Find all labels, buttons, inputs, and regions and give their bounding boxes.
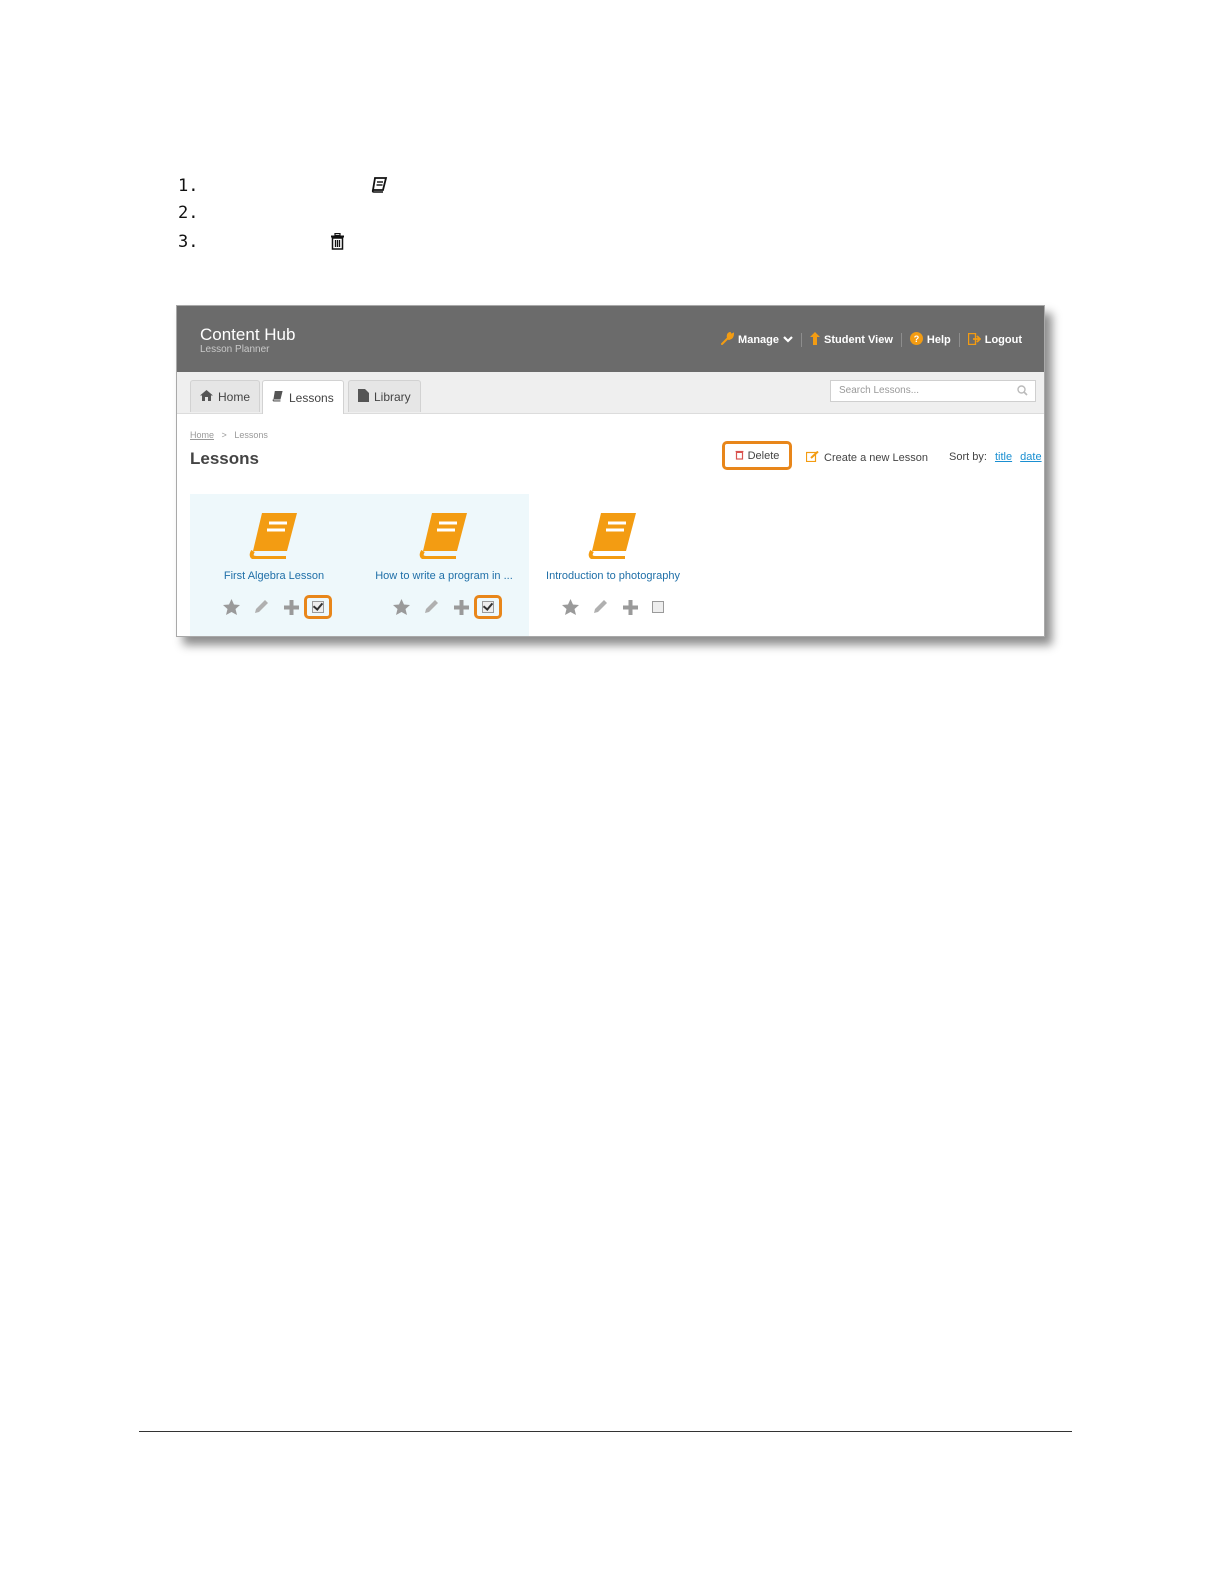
breadcrumb-separator: > (221, 430, 227, 440)
select-checkbox[interactable] (304, 595, 332, 619)
search-icon[interactable] (1017, 385, 1028, 399)
pencil-icon[interactable] (249, 595, 273, 619)
app-header: Content Hub Lesson Planner Manage Studen… (177, 306, 1044, 372)
pencil-icon[interactable] (419, 595, 443, 619)
plus-icon[interactable] (449, 595, 473, 619)
step-number: 3. (178, 232, 199, 252)
lesson-card[interactable]: Introduction to photography (528, 506, 698, 616)
tab-home[interactable]: Home (190, 380, 261, 412)
tab-library[interactable]: Library (348, 380, 421, 412)
sort-date-link[interactable]: date (1020, 451, 1041, 463)
checkbox-unchecked-icon (652, 601, 664, 613)
lesson-actions (389, 595, 509, 619)
book-icon (588, 511, 638, 564)
trash-icon (735, 449, 744, 463)
lesson-title[interactable]: First Algebra Lesson (189, 570, 359, 582)
student-view-link[interactable]: Student View (802, 332, 901, 348)
logout-icon (967, 332, 982, 348)
wrench-icon (721, 331, 735, 348)
help-icon: ? (909, 332, 923, 348)
delete-label: Delete (747, 449, 780, 462)
trash-icon (330, 232, 345, 255)
help-link[interactable]: ? Help (902, 332, 959, 348)
arrow-up-icon (810, 332, 821, 348)
tab-label: Lessons (289, 390, 334, 405)
lesson-title[interactable]: How to write a program in ... (359, 570, 529, 582)
sort-label: Sort by: (949, 451, 987, 463)
app-subtitle: Lesson Planner (200, 344, 270, 355)
home-icon (200, 389, 213, 404)
plus-icon[interactable] (279, 595, 303, 619)
manage-menu[interactable]: Manage (713, 331, 801, 348)
sort-by: Sort by: title date (949, 451, 1042, 463)
chevron-down-icon (783, 334, 793, 346)
logout-link[interactable]: Logout (960, 332, 1030, 348)
step-1: 1. (178, 176, 438, 200)
edit-icon (805, 450, 819, 465)
app-title: Content Hub (200, 325, 296, 344)
manage-label: Manage (738, 334, 780, 346)
lesson-card[interactable]: First Algebra Lesson (189, 506, 359, 619)
tab-label: Home (218, 389, 251, 404)
breadcrumb-home[interactable]: Home (190, 430, 214, 440)
step-number: 2. (178, 203, 199, 223)
star-icon[interactable] (389, 595, 413, 619)
help-label: Help (926, 334, 951, 346)
page-title: Lessons (190, 449, 259, 468)
create-lesson-link[interactable]: Create a new Lesson (805, 450, 928, 465)
delete-button[interactable]: Delete (722, 441, 792, 470)
top-nav: Manage Student View ? Help Logout (713, 331, 1030, 348)
checkbox-checked-icon (482, 601, 494, 613)
tab-lessons[interactable]: Lessons (262, 380, 344, 414)
student-view-label: Student View (824, 334, 893, 346)
step-number: 1. (178, 176, 199, 196)
book-icon (419, 511, 469, 564)
breadcrumb-current: Lessons (234, 430, 268, 440)
breadcrumb: Home > Lessons (190, 430, 268, 440)
lesson-card[interactable]: How to write a program in ... (359, 506, 529, 619)
plus-icon[interactable] (618, 595, 642, 619)
tab-label: Library (374, 389, 411, 404)
create-label: Create a new Lesson (824, 452, 928, 464)
svg-text:?: ? (914, 334, 920, 344)
lesson-actions (558, 595, 678, 619)
star-icon[interactable] (219, 595, 243, 619)
app-screenshot: Content Hub Lesson Planner Manage Studen… (176, 305, 1045, 637)
document-icon (358, 388, 369, 405)
lesson-title[interactable]: Introduction to photography (528, 570, 698, 582)
search-placeholder: Search Lessons... (839, 385, 920, 396)
pencil-icon[interactable] (588, 595, 612, 619)
book-icon (249, 511, 299, 564)
footer-divider (139, 1431, 1072, 1432)
select-checkbox[interactable] (474, 595, 502, 619)
logout-label: Logout (984, 334, 1022, 346)
star-icon[interactable] (558, 595, 582, 619)
step-2: 2. (178, 203, 438, 227)
lesson-actions (219, 595, 339, 619)
checkbox-checked-icon (312, 601, 324, 613)
book-icon (272, 390, 284, 405)
sort-title-link[interactable]: title (995, 451, 1012, 463)
step-3: 3. (178, 232, 438, 256)
search-input[interactable]: Search Lessons... (830, 380, 1036, 402)
book-icon (371, 177, 388, 198)
select-checkbox[interactable] (646, 595, 670, 619)
